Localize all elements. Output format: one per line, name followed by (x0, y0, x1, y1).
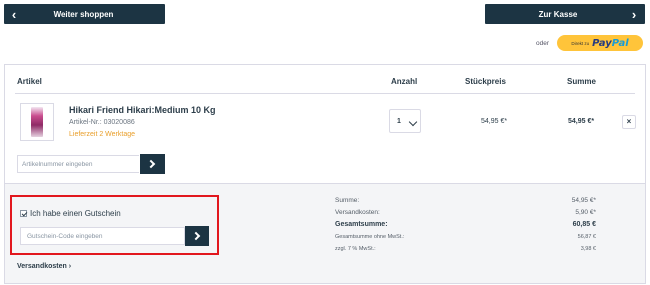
header-divider (15, 93, 635, 94)
quantity-select[interactable]: 1 (389, 109, 421, 133)
product-bag-image (31, 107, 43, 137)
product-sku: Artikel-Nr.: 03020086 (69, 119, 135, 126)
unit-price: 54,95 €* (481, 118, 508, 125)
summary-value-net: 56,87 € (577, 234, 596, 240)
summary-value-vat: 3,98 € (580, 246, 596, 252)
product-image[interactable] (20, 103, 54, 141)
checkout-button[interactable]: Zur Kasse › (485, 4, 645, 24)
summary-label-subtotal: Summe: (335, 197, 360, 204)
summary-value-total: 60,85 € (572, 221, 596, 228)
paypal-express-button[interactable]: Direkt zu PayPal (557, 35, 643, 51)
arrow-right-icon (146, 159, 156, 169)
paypal-logo: PayPal (592, 37, 629, 49)
paypal-prefix: Direkt zu (571, 40, 590, 46)
checkbox-icon (20, 210, 27, 217)
cart-table: Artikel Anzahl Stückpreis Summe Hikari F… (4, 64, 646, 284)
chevron-down-icon (408, 117, 418, 127)
remove-item-button[interactable]: × (622, 115, 636, 129)
cart-footer: Ich habe einen Gutschein Gutschein-Code … (5, 183, 645, 283)
summary-value-shipping: 5,90 €* (575, 209, 596, 216)
quantity-value: 1 (397, 118, 401, 125)
voucher-label: Ich habe einen Gutschein (30, 209, 121, 218)
product-name-link[interactable]: Hikari Friend Hikari:Medium 10 Kg (69, 105, 216, 115)
checkout-label: Zur Kasse (538, 9, 578, 19)
summary-value-subtotal: 54,95 €* (571, 197, 596, 204)
delivery-time: Lieferzeit 2 Werktage (69, 131, 136, 138)
summary-label-shipping: Versandkosten: (335, 209, 380, 216)
header-quantity: Anzahl (391, 77, 418, 86)
summary-label-net: Gesamtsumme ohne MwSt.: (335, 234, 405, 240)
summary-label-vat: zzgl. 7 % MwSt.: (335, 246, 376, 252)
arrow-right-icon (191, 231, 201, 241)
header-sum: Summe (567, 77, 596, 86)
header-article: Artikel (17, 77, 42, 86)
continue-shopping-button[interactable]: ‹ Weiter shoppen (4, 4, 165, 24)
continue-shopping-label: Weiter shoppen (53, 9, 114, 19)
voucher-code-input[interactable]: Gutschein-Code eingeben (20, 227, 185, 245)
or-text: oder (536, 40, 550, 47)
voucher-box: Ich habe einen Gutschein Gutschein-Code … (10, 195, 219, 255)
redeem-voucher-button[interactable] (185, 226, 209, 246)
shipping-costs-link[interactable]: Versandkosten › (17, 263, 71, 270)
voucher-checkbox[interactable]: Ich habe einen Gutschein (20, 209, 121, 218)
header-unit-price: Stückpreis (465, 77, 506, 86)
article-number-input[interactable]: Artikelnummer eingeben (17, 155, 139, 173)
line-total: 54,95 €* (568, 118, 595, 125)
add-article-button[interactable] (140, 154, 165, 174)
chevron-right-icon: › (631, 6, 637, 22)
chevron-left-icon: ‹ (11, 6, 17, 22)
summary-label-total: Gesamtsumme: (335, 221, 388, 228)
